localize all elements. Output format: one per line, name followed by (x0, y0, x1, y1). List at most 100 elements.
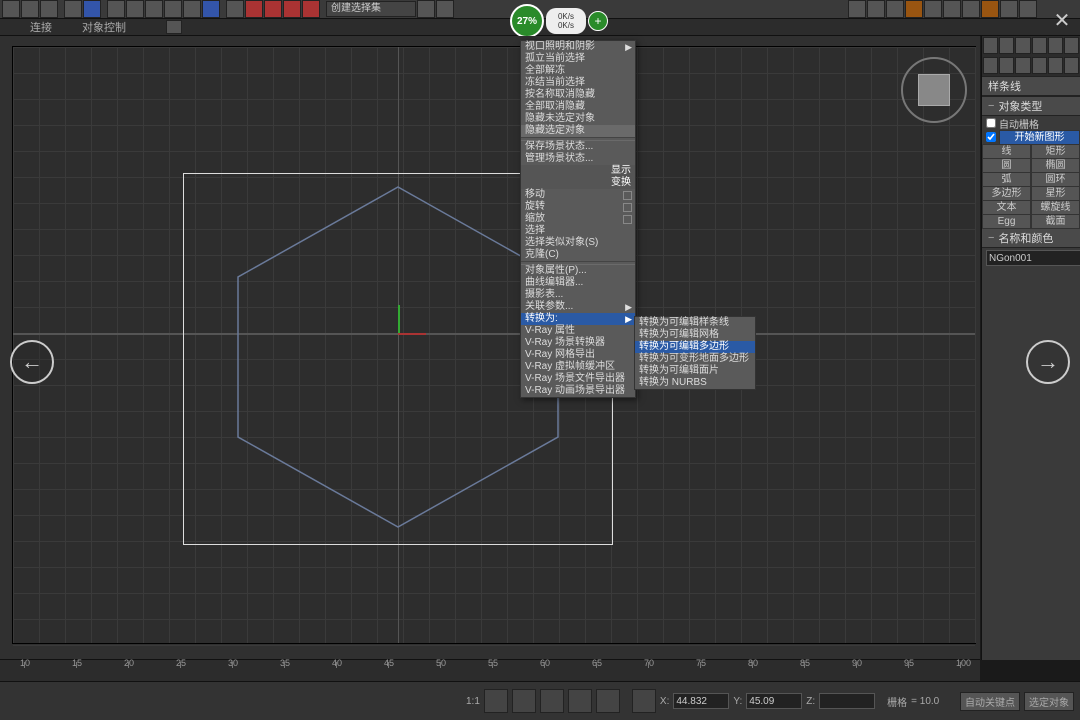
lock-icon[interactable] (632, 689, 656, 713)
sub-item[interactable]: 转换为 NURBS (635, 377, 755, 389)
shape-star[interactable]: 星形 (1031, 186, 1080, 201)
tool-icon[interactable] (867, 0, 885, 18)
ctx-item[interactable]: V-Ray 场景转换器 (521, 337, 635, 349)
shape-circle[interactable]: 圆 (982, 158, 1031, 173)
ctx-item[interactable]: 隐藏未选定对象 (521, 113, 635, 125)
tool-icon[interactable] (962, 0, 980, 18)
y-input[interactable] (746, 693, 802, 709)
sub-item-editable-poly[interactable]: 转换为可编辑多边形 (635, 341, 755, 353)
tab-motion-icon[interactable] (1032, 37, 1047, 54)
cat-icon[interactable] (1048, 57, 1063, 74)
ctx-item[interactable]: 全部取消隐藏 (521, 101, 635, 113)
status-icon[interactable] (568, 689, 592, 713)
menu-link[interactable]: 对象控制 (82, 19, 126, 35)
object-name-input[interactable] (986, 250, 1080, 266)
tool-icon[interactable] (417, 0, 435, 18)
menu-icon[interactable] (166, 20, 182, 34)
tool-icon[interactable] (848, 0, 866, 18)
shape-donut[interactable]: 圆环 (1031, 172, 1080, 187)
menu-link[interactable]: 连接 (30, 19, 52, 35)
ctx-item[interactable]: V-Ray 网格导出 (521, 349, 635, 361)
shape-line[interactable]: 线 (982, 144, 1031, 159)
viewport[interactable] (12, 46, 976, 644)
tool-icon[interactable] (245, 0, 263, 18)
tab-display-icon[interactable] (1048, 37, 1063, 54)
tool-icon[interactable] (226, 0, 244, 18)
rollout-object-type[interactable]: 对象类型 (982, 96, 1080, 116)
ctx-item[interactable]: 保存场景状态... (521, 141, 635, 153)
ctx-item[interactable]: 全部解冻 (521, 65, 635, 77)
tool-icon[interactable] (1019, 0, 1037, 18)
rollout-name-color[interactable]: 名称和颜色 (982, 228, 1080, 248)
checkbox-autogrid[interactable]: 自动栅格 (982, 116, 1080, 130)
tab-utility-icon[interactable] (1064, 37, 1079, 54)
ctx-item[interactable]: 隐藏选定对象 (521, 125, 635, 137)
tool-icon[interactable] (1000, 0, 1018, 18)
ctx-item[interactable]: 曲线编辑器... (521, 277, 635, 289)
shape-rect[interactable]: 矩形 (1031, 144, 1080, 159)
ctx-item[interactable]: 克隆(C) (521, 249, 635, 261)
tool-icon[interactable] (283, 0, 301, 18)
tool-icon[interactable] (202, 0, 220, 18)
ctx-item-convert[interactable]: 转换为:▶ (521, 313, 635, 325)
shape-arc[interactable]: 弧 (982, 172, 1031, 187)
cat-icon[interactable] (1032, 57, 1047, 74)
time-ruler[interactable]: 101520253035404550556065707580859095100 (0, 659, 980, 682)
tab-modify-icon[interactable] (999, 37, 1014, 54)
prev-arrow-icon[interactable]: ← (10, 340, 54, 384)
viewcube[interactable] (901, 57, 967, 123)
tool-icon[interactable] (264, 0, 282, 18)
ctx-item[interactable]: 旋转 (521, 201, 635, 213)
tab-hierarchy-icon[interactable] (1015, 37, 1030, 54)
ctx-item[interactable]: V-Ray 动画场景导出器 (521, 385, 635, 397)
sub-item[interactable]: 转换为可编辑网格 (635, 329, 755, 341)
cat-icon[interactable] (983, 57, 998, 74)
sub-item[interactable]: 转换为可编辑面片 (635, 365, 755, 377)
ctx-item[interactable]: 孤立当前选择 (521, 53, 635, 65)
shape-ellipse[interactable]: 椭圆 (1031, 158, 1080, 173)
ctx-item[interactable]: 视口照明和阴影▶ (521, 41, 635, 53)
tool-icon[interactable] (83, 0, 101, 18)
tool-icon[interactable] (40, 0, 58, 18)
status-icon[interactable] (512, 689, 536, 713)
next-arrow-icon[interactable]: → (1026, 340, 1070, 384)
ctx-item[interactable]: V-Ray 虚拟帧缓冲区 (521, 361, 635, 373)
dropdown-splines[interactable]: 样条线 (982, 76, 1080, 96)
sub-item[interactable]: 转换为可编辑样条线 (635, 317, 755, 329)
checkbox-start-new[interactable]: 开始新图形 (982, 130, 1080, 144)
ctx-item[interactable]: 选择 (521, 225, 635, 237)
tool-icon[interactable] (107, 0, 125, 18)
shape-section[interactable]: 截面 (1031, 214, 1080, 229)
cat-icon[interactable] (1064, 57, 1079, 74)
close-icon[interactable]: ✕ (1050, 8, 1074, 32)
ctx-item[interactable]: 对象属性(P)... (521, 265, 635, 277)
ctx-item[interactable]: 摄影表... (521, 289, 635, 301)
tool-icon[interactable] (943, 0, 961, 18)
status-icon[interactable] (540, 689, 564, 713)
cat-icon[interactable] (1015, 57, 1030, 74)
shape-egg[interactable]: Egg (982, 214, 1031, 229)
ctx-item[interactable]: 缩放 (521, 213, 635, 225)
ctx-item[interactable]: V-Ray 场景文件导出器 (521, 373, 635, 385)
tool-icon[interactable] (436, 0, 454, 18)
selection-set-dropdown[interactable]: 创建选择集 (326, 1, 416, 17)
tool-icon[interactable] (981, 0, 999, 18)
cat-icon[interactable] (999, 57, 1014, 74)
tool-icon[interactable] (64, 0, 82, 18)
tool-icon[interactable] (886, 0, 904, 18)
autokey-button[interactable]: 自动关键点 (960, 692, 1020, 711)
tool-icon[interactable] (905, 0, 923, 18)
tool-icon[interactable] (126, 0, 144, 18)
keyfilter-button[interactable]: 选定对象 (1024, 692, 1074, 711)
tool-icon[interactable] (164, 0, 182, 18)
tool-icon[interactable] (145, 0, 163, 18)
tool-icon[interactable] (302, 0, 320, 18)
tool-icon[interactable] (924, 0, 942, 18)
ctx-item[interactable]: 关联参数...▶ (521, 301, 635, 313)
shape-helix[interactable]: 螺旋线 (1031, 200, 1080, 215)
ctx-item[interactable]: 选择类似对象(S) (521, 237, 635, 249)
ctx-item[interactable]: 移动 (521, 189, 635, 201)
ctx-item[interactable]: 按名称取消隐藏 (521, 89, 635, 101)
sub-item[interactable]: 转换为可变形地面多边形 (635, 353, 755, 365)
status-icon[interactable] (484, 689, 508, 713)
